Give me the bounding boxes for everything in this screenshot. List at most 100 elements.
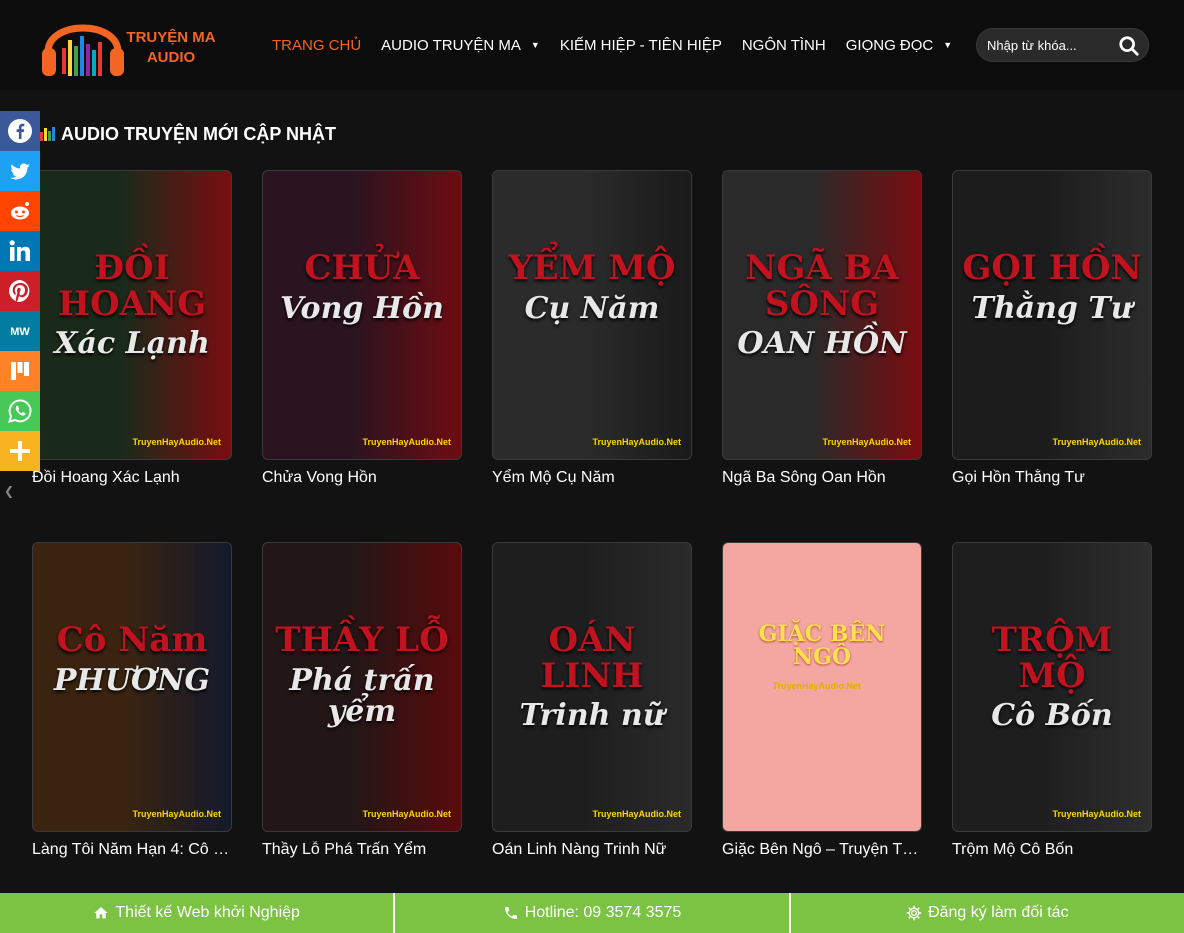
story-card[interactable]: GIẶC BÊN NGÔ TruyenHayAudio.Net Giặc Bên N… [722, 542, 922, 859]
whatsapp-icon [8, 399, 32, 423]
cover-watermark: TruyenHayAudio.Net [362, 437, 451, 447]
story-card[interactable]: CHỬA Vong Hồn TruyenHayAudio.Net Chửa Vong … [262, 170, 462, 487]
story-cover-image[interactable]: NGÃ BA SÔNG OAN HỒN TruyenHayAudio.Net [722, 170, 922, 460]
hotline-link[interactable]: Hotline: 09 3574 3575 [395, 893, 791, 933]
share-facebook-button[interactable] [0, 111, 40, 151]
cover-title-art: ĐỒI HOANG Xác Lạnh [41, 248, 223, 360]
linkedin-icon [9, 240, 30, 261]
reddit-icon [11, 202, 29, 220]
caret-down-icon: ▼ [943, 40, 953, 50]
story-card[interactable]: GỌI HỒN Thằng Tư TruyenHayAudio.Net Gọi Hồn… [952, 170, 1152, 487]
share-pinterest-button[interactable] [0, 271, 40, 311]
caret-down-icon: ▼ [530, 40, 540, 50]
story-card[interactable]: OÁN LINH Trinh nữ TruyenHayAudio.Net Oán Li… [492, 542, 692, 859]
cover-title-art: NGÃ BA SÔNG OAN HỒN [731, 250, 913, 362]
facebook-icon [8, 119, 32, 143]
story-cover-image[interactable]: OÁN LINH Trinh nữ TruyenHayAudio.Net [492, 542, 692, 832]
story-title[interactable]: Yểm Mộ Cụ Năm [492, 469, 692, 487]
story-cover-image[interactable]: GỌI HỒN Thằng Tư TruyenHayAudio.Net [952, 170, 1152, 460]
share-twitter-button[interactable] [0, 151, 40, 191]
search-input[interactable] [987, 29, 1117, 61]
cover-title-line-1: OÁN LINH [540, 620, 644, 696]
cover-title-line-2: OAN HỒN [737, 326, 907, 362]
cover-watermark: TruyenHayAudio.Net [1052, 809, 1141, 819]
share-collapse-arrow-icon[interactable]: ❮ [4, 484, 14, 498]
cover-title-art: YỂM MỘ Cụ Năm [501, 250, 683, 326]
nav-item-giong-doc[interactable]: GIỌNG ĐỌC ▼ [836, 37, 962, 54]
story-cover-image[interactable]: YỂM MỘ Cụ Năm TruyenHayAudio.Net [492, 170, 692, 460]
headphones-logo-icon [42, 24, 124, 76]
svg-text:MW: MW [10, 326, 30, 338]
nav-label: TRANG CHỦ [272, 36, 362, 54]
bottombar-label: Đăng ký làm đối tác [928, 904, 1069, 921]
cover-title-art: GIẶC BÊN NGÔ [731, 621, 913, 675]
share-mewe-button[interactable]: MW [0, 311, 40, 351]
cover-title-line-1: GỌI HỒN [962, 248, 1142, 288]
nav-item-audio-truyen-ma[interactable]: AUDIO TRUYỆN MA ▼ [371, 37, 550, 54]
story-card[interactable]: THẦY LỖ Phá trấn yểm TruyenHayAudio.Net Thầ… [262, 542, 462, 859]
cover-title-art: CHỬA Vong Hồn [271, 248, 453, 326]
cover-title-line-1: THẦY LỖ [275, 620, 449, 660]
cover-title-line-2: Trinh nữ [519, 698, 665, 734]
logo-line-2: AUDIO [146, 49, 196, 66]
logo-text: TRUYỆN MA AUDIO [126, 28, 216, 68]
story-card[interactable]: YỂM MỘ Cụ Năm TruyenHayAudio.Net Yểm Mộ Cụ … [492, 170, 692, 487]
story-card[interactable]: Cô Năm PHƯƠNG TruyenHayAudio.Net Làng Tôi N… [32, 542, 232, 859]
cover-title-line-1: ĐỒI HOANG [57, 248, 207, 324]
story-card[interactable]: TRỘM MỘ Cô Bốn TruyenHayAudio.Net Trộm Mộ C… [952, 542, 1152, 859]
site-header: TRUYỆN MA AUDIO TRANG CHỦ AUDIO TRUYỆN M… [0, 0, 1184, 90]
cover-watermark: TruyenHayAudio.Net [772, 681, 861, 691]
story-title[interactable]: Trộm Mộ Cô Bốn [952, 841, 1152, 859]
social-share-bar: MW [0, 111, 40, 471]
story-title[interactable]: Thầy Lỗ Phá Trấn Yểm [262, 841, 462, 859]
story-card[interactable]: NGÃ BA SÔNG OAN HỒN TruyenHayAudio.Net Ngã … [722, 170, 922, 487]
nav-item-trang-chu[interactable]: TRANG CHỦ [262, 37, 371, 54]
story-title[interactable]: Đồi Hoang Xác Lạnh [32, 469, 232, 487]
cover-title-line-2: Vong Hồn [280, 290, 444, 326]
story-card[interactable]: ĐỒI HOANG Xác Lạnh TruyenHayAudio.Net Đồi H… [32, 170, 232, 487]
story-cover-image[interactable]: Cô Năm PHƯƠNG TruyenHayAudio.Net [32, 542, 232, 832]
cover-title-line-2: Cô Bốn [991, 698, 1113, 734]
story-cover-image[interactable]: THẦY LỖ Phá trấn yểm TruyenHayAudio.Net [262, 542, 462, 832]
gear-icon [906, 905, 922, 921]
section-heading: AUDIO TRUYỆN MỚI CẬP NHẬT [40, 122, 336, 146]
cover-title-art: Cô Năm PHƯƠNG [41, 622, 223, 698]
nav-label: GIỌNG ĐỌC [845, 36, 934, 54]
nav-label: NGÔN TÌNH [741, 36, 826, 54]
plus-icon [10, 441, 30, 461]
nav-item-ngon-tinh[interactable]: NGÔN TÌNH [732, 37, 836, 54]
cover-watermark: TruyenHayAudio.Net [362, 809, 451, 819]
story-title[interactable]: Làng Tôi Năm Hạn 4: Cô Năm Phương [32, 841, 232, 859]
site-logo[interactable]: TRUYỆN MA AUDIO [40, 6, 216, 84]
share-linkedin-button[interactable] [0, 231, 40, 271]
story-cover-image[interactable]: TRỘM MỘ Cô Bốn TruyenHayAudio.Net [952, 542, 1152, 832]
partner-signup-link[interactable]: Đăng ký làm đối tác [791, 893, 1184, 933]
share-more-button[interactable] [0, 431, 40, 471]
cover-title-line-1: GIẶC BÊN NGÔ [758, 621, 886, 671]
story-cover-image[interactable]: ĐỒI HOANG Xác Lạnh TruyenHayAudio.Net [32, 170, 232, 460]
story-title[interactable]: Ngã Ba Sông Oan Hồn [722, 469, 922, 487]
cover-title-line-2: Phá trấn yểm [289, 662, 435, 730]
share-whatsapp-button[interactable] [0, 391, 40, 431]
story-title[interactable]: Chửa Vong Hồn [262, 469, 462, 487]
cover-title-art: THẦY LỖ Phá trấn yểm [271, 620, 453, 730]
search-icon[interactable] [1118, 35, 1140, 57]
cover-title-line-2: Cụ Năm [524, 290, 660, 326]
cover-title-line-2: Thằng Tư [971, 290, 1133, 326]
nav-item-kiem-hiep[interactable]: KIẾM HIỆP - TIÊN HIỆP [550, 37, 732, 54]
cover-title-line-1: CHỬA [304, 248, 420, 288]
web-design-link[interactable]: Thiết kế Web khởi Nghiệp [0, 893, 396, 933]
bottombar-label: Thiết kế Web khởi Nghiệp [115, 904, 300, 921]
story-title[interactable]: Oán Linh Nàng Trinh Nữ [492, 841, 692, 859]
story-cover-image[interactable]: CHỬA Vong Hồn TruyenHayAudio.Net [262, 170, 462, 460]
share-mix-button[interactable] [0, 351, 40, 391]
home-icon [94, 907, 109, 919]
cover-title-line-2: PHƯƠNG [53, 662, 211, 698]
story-title[interactable]: Giặc Bên Ngô – Truyện Tâm Linh [722, 841, 922, 859]
story-title[interactable]: Gọi Hồn Thằng Tư [952, 469, 1152, 487]
story-cover-image[interactable]: GIẶC BÊN NGÔ TruyenHayAudio.Net [722, 542, 922, 832]
cover-title-art: TRỘM MỘ Cô Bốn [961, 622, 1143, 734]
cover-title-art: GỌI HỒN Thằng Tư [961, 248, 1143, 326]
main-nav: TRANG CHỦ AUDIO TRUYỆN MA ▼ KIẾM HIỆP - … [262, 0, 962, 90]
share-reddit-button[interactable] [0, 191, 40, 231]
